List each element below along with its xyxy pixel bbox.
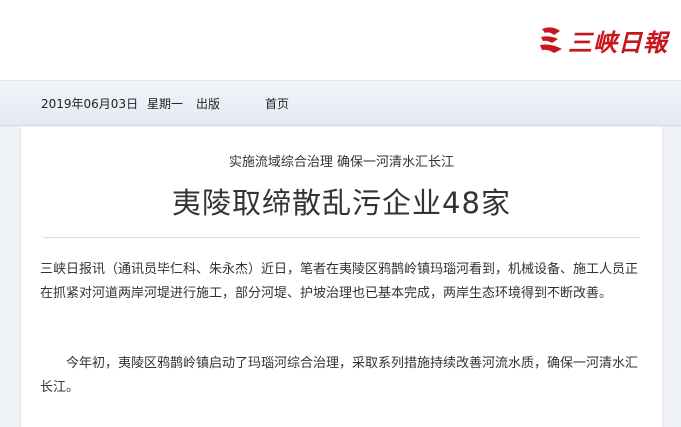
home-link[interactable]: 首页 [265, 96, 289, 112]
site-header: 三峡日報 [0, 0, 681, 80]
article-content: 实施流域综合治理 确保一河清水汇长江 夷陵取缔散乱污企业48家 三峡日报讯（通讯… [20, 127, 663, 427]
logo-text: 三峡日報 [568, 27, 668, 57]
publish-weekday: 星期一 [147, 97, 184, 111]
newspaper-logo[interactable]: 三峡日報 [538, 18, 668, 62]
logo-emblem-icon [540, 27, 562, 53]
article-paragraph: 今年初，夷陵区鸦鹊岭镇启动了玛瑙河综合治理，采取系列措施持续改善河流水质，确保一… [40, 356, 639, 395]
article-subtitle: 实施流域综合治理 确保一河清水汇长江 [228, 155, 455, 170]
date-navbar: 2019年06月03日 星期一 出版 首页 [0, 80, 681, 126]
article-title: 夷陵取缔散乱污企业48家 [172, 186, 511, 220]
title-divider [43, 237, 640, 238]
publish-date: 2019年06月03日 [41, 97, 139, 111]
article-paragraph: 三峡日报讯（通讯员毕仁科、朱永杰）近日，笔者在夷陵区鸦鹊岭镇玛瑙河看到，机械设备… [40, 262, 639, 301]
edition-label: 出版 [196, 97, 221, 111]
